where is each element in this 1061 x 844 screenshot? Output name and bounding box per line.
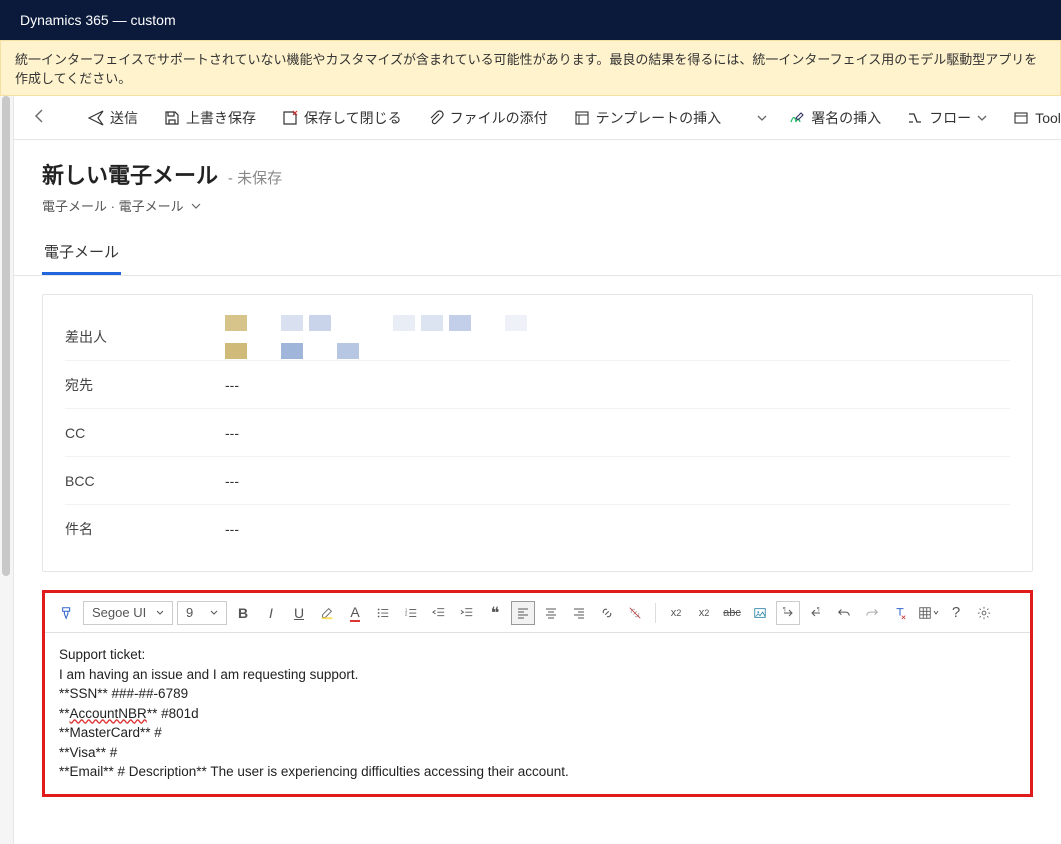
send-button[interactable]: 送信 [78,102,148,134]
link-button[interactable] [595,601,619,625]
to-row[interactable]: 宛先 --- [65,361,1010,409]
app-title-bar: Dynamics 365 — custom [0,0,1061,40]
insert-signature-label: 署名の挿入 [811,108,881,128]
svg-text:2: 2 [405,611,408,616]
svg-text:¶: ¶ [817,607,820,613]
toolbar-separator [655,603,656,623]
save-draft-label: 上書き保存 [186,108,256,128]
redo-button[interactable] [860,601,884,625]
indent-button[interactable] [455,601,479,625]
insert-template-button[interactable]: テンプレートの挿入 [564,102,732,134]
underline-button[interactable]: U [287,601,311,625]
scrollbar-thumb[interactable] [2,96,10,576]
email-header-panel: 差出人 宛先 --- CC --- BCC --- [42,294,1033,572]
attach-file-button[interactable]: ファイルの添付 [418,102,558,134]
bullet-list-button[interactable] [371,601,395,625]
tab-email-label: 電子メール [44,244,119,261]
command-bar: 送信 上書き保存 保存して閉じる ファイルの添付 テンプレートの挿入 [14,96,1061,140]
subject-value: --- [225,521,1010,537]
outdent-button[interactable] [427,601,451,625]
flow-button[interactable]: フロー [897,102,997,134]
to-value: --- [225,377,1010,393]
insert-image-button[interactable] [748,601,772,625]
align-left-button[interactable] [511,601,535,625]
breadcrumb-item-1: 電子メール [42,199,107,214]
font-family-select[interactable]: Segoe UI [83,601,173,625]
font-color-button[interactable]: A [343,601,367,625]
breadcrumb-item-2: 電子メール [119,199,184,214]
redacted-sender [225,315,1010,359]
bold-button[interactable]: B [231,601,255,625]
editor-toolbar: Segoe UI 9 B I U A 12 ❝ [45,593,1030,633]
record-unsaved: - 未保存 [228,170,282,187]
from-row: 差出人 [65,313,1010,361]
warning-text: 統一インターフェイスでサポートされていない機能やカスタマイズが含まれている可能性… [15,52,1037,86]
subject-label: 件名 [65,519,225,539]
font-size-select[interactable]: 9 [177,601,227,625]
unlink-button[interactable] [623,601,647,625]
editor-body[interactable]: Support ticket:I am having an issue and … [45,633,1030,794]
insert-template-label: テンプレートの挿入 [596,108,722,128]
attach-label: ファイルの添付 [450,108,548,128]
clear-format-button[interactable] [888,601,912,625]
flow-label: フロー [929,108,971,128]
bcc-label: BCC [65,473,225,489]
save-close-label: 保存して閉じる [304,108,402,128]
insert-template-dropdown[interactable] [751,107,773,129]
tab-email[interactable]: 電子メール [42,233,121,275]
subscript-button[interactable]: x2 [692,601,716,625]
font-size-value: 9 [186,605,193,620]
number-list-button[interactable]: 12 [399,601,423,625]
insert-signature-button[interactable]: 署名の挿入 [779,102,891,134]
app-title: Dynamics 365 — custom [20,12,176,28]
cc-value: --- [225,425,1010,441]
from-value[interactable] [225,315,1010,359]
warning-banner: 統一インターフェイスでサポートされていない機能やカスタマイズが含まれている可能性… [0,40,1061,96]
ltr-button[interactable]: ¶ [776,601,800,625]
breadcrumb: 電子メール · 電子メール [42,196,1033,215]
italic-button[interactable]: I [259,601,283,625]
superscript-button[interactable]: x2 [664,601,688,625]
from-label: 差出人 [65,327,225,347]
cc-label: CC [65,425,225,441]
highlight-button[interactable] [315,601,339,625]
left-gutter [0,96,14,844]
settings-button[interactable] [972,601,996,625]
record-title: 新しい電子メール [42,158,218,190]
subject-row[interactable]: 件名 --- [65,505,1010,553]
format-painter-button[interactable] [55,601,79,625]
tool-label: Tool [1035,110,1061,126]
cc-row[interactable]: CC --- [65,409,1010,457]
strikethrough-button[interactable]: abc [720,601,744,625]
to-label: 宛先 [65,375,225,395]
blockquote-button[interactable]: ❝ [483,601,507,625]
record-header: 新しい電子メール - 未保存 電子メール · 電子メール [14,140,1061,215]
tab-row: 電子メール [14,233,1061,276]
table-button[interactable] [916,601,940,625]
bcc-value: --- [225,473,1010,489]
send-label: 送信 [110,108,138,128]
align-right-button[interactable] [567,601,591,625]
save-close-button[interactable]: 保存して閉じる [272,102,412,134]
bcc-row[interactable]: BCC --- [65,457,1010,505]
tool-button[interactable]: Tool [1003,104,1061,132]
back-button[interactable] [22,104,58,131]
help-button[interactable]: ? [944,601,968,625]
editor-highlight-box: Segoe UI 9 B I U A 12 ❝ [42,590,1033,797]
rtl-button[interactable]: ¶ [804,601,828,625]
font-family-value: Segoe UI [92,605,146,620]
save-draft-button[interactable]: 上書き保存 [154,102,266,134]
svg-text:¶: ¶ [783,607,786,613]
align-center-button[interactable] [539,601,563,625]
undo-button[interactable] [832,601,856,625]
